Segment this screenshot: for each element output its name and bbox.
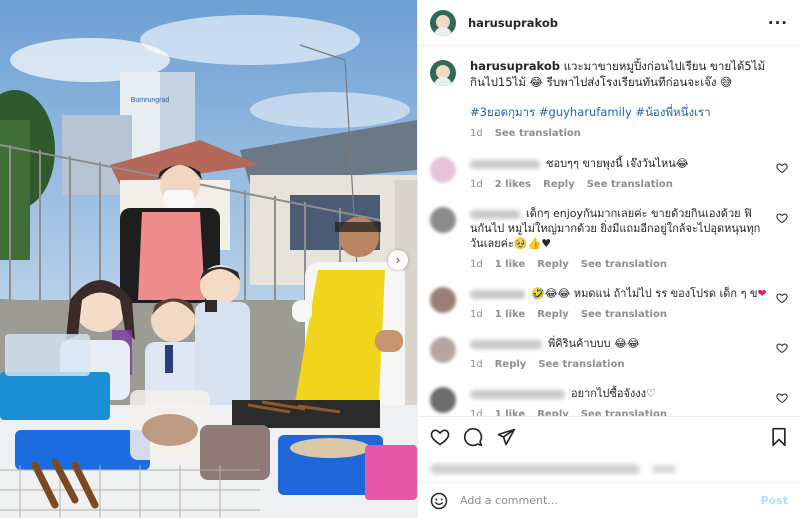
comment-text: 🤣😂😂 หมดแน่ ถ้าไม่ไป รร ของโปรด เด็ก ๆ ข bbox=[531, 287, 758, 300]
emoji-smiley-icon[interactable] bbox=[430, 492, 448, 510]
commenter-name-redacted[interactable] bbox=[470, 209, 520, 219]
commenter-name-redacted[interactable] bbox=[470, 159, 540, 169]
commenter-avatar[interactable] bbox=[430, 157, 456, 183]
like-comment-heart-icon[interactable] bbox=[776, 392, 788, 404]
add-comment-input[interactable] bbox=[460, 494, 761, 507]
comment-item: 🤣😂😂 หมดแน่ ถ้าไม่ไป รร ของโปรด เด็ก ๆ ข❤… bbox=[430, 286, 788, 322]
commenter-avatar[interactable] bbox=[430, 287, 456, 313]
comment-see-translation[interactable]: See translation bbox=[538, 357, 624, 372]
author-username[interactable]: harusuprakob bbox=[468, 16, 558, 30]
post-side-panel: harusuprakob ··· harusuprakob แวะมาขายหม… bbox=[417, 0, 800, 518]
comment-item: พี่คิรินค้าบบบ 😂😂 1d Reply See translati… bbox=[430, 336, 788, 372]
more-options-icon[interactable]: ··· bbox=[768, 14, 788, 32]
post-photo[interactable]: Bumrungrad › bbox=[0, 0, 417, 518]
share-send-icon[interactable] bbox=[496, 427, 516, 447]
like-comment-heart-icon[interactable] bbox=[776, 162, 788, 174]
comment-likes[interactable]: 2 likes bbox=[495, 177, 531, 192]
author-avatar[interactable] bbox=[430, 9, 456, 36]
comment-reply-button[interactable]: Reply bbox=[537, 307, 569, 322]
commenter-name-redacted[interactable] bbox=[470, 289, 525, 299]
comment-see-translation[interactable]: See translation bbox=[581, 407, 667, 416]
comment-item: เด็กๆ enjoyกันมากเลยค่ะ ขายด้วยกินเองด้ว… bbox=[430, 206, 788, 272]
comment-text: พี่คิรินค้าบบบ 😂😂 bbox=[548, 337, 640, 350]
like-comment-heart-icon[interactable] bbox=[776, 292, 788, 304]
comment-see-translation[interactable]: See translation bbox=[587, 177, 673, 192]
comment-time[interactable]: 1d bbox=[470, 407, 483, 416]
comment-time[interactable]: 1d bbox=[470, 177, 483, 192]
save-bookmark-icon[interactable] bbox=[770, 427, 788, 447]
hospital-sign-text: Bumrungrad bbox=[131, 97, 170, 104]
caption-author-avatar[interactable] bbox=[430, 60, 456, 86]
comment-item: อยากไปซื้อจังงง♡ 1d 1 like Reply See tra… bbox=[430, 386, 788, 416]
add-comment-bar: Post bbox=[418, 482, 800, 518]
chevron-right-icon: › bbox=[395, 253, 401, 267]
comment-reply-button[interactable]: Reply bbox=[537, 407, 569, 416]
comments-section: harusuprakob แวะมาขายหมูปิ้งก่อนไปเรียน … bbox=[418, 46, 800, 416]
commenter-avatar[interactable] bbox=[430, 207, 456, 233]
caption-time[interactable]: 1d bbox=[470, 126, 483, 142]
comment-likes[interactable]: 1 like bbox=[495, 407, 525, 416]
instagram-post-view: Bumrungrad › harusuprakob ··· harusuprak… bbox=[0, 0, 800, 518]
comment-reply-button[interactable]: Reply bbox=[543, 177, 575, 192]
comment-time[interactable]: 1d bbox=[470, 307, 483, 322]
caption-hashtags[interactable]: #3ยอดกุมาร #guyharufamily #น้องพี่หนึ่งเ… bbox=[470, 104, 770, 120]
commenter-avatar[interactable] bbox=[430, 337, 456, 363]
comment-bubble-icon[interactable] bbox=[463, 427, 483, 447]
like-comment-heart-icon[interactable] bbox=[776, 342, 788, 354]
comment-item: ชอบๆๆ ขายพุงนี้ เจ๊งวันไหน😂 1d 2 likes R… bbox=[430, 156, 788, 192]
comment-see-translation[interactable]: See translation bbox=[581, 307, 667, 322]
likes-summary-redacted[interactable] bbox=[418, 456, 800, 482]
like-comment-heart-icon[interactable] bbox=[776, 212, 788, 224]
comment-time[interactable]: 1d bbox=[470, 357, 483, 372]
next-photo-button[interactable]: › bbox=[388, 250, 408, 270]
comment-text: อยากไปซื้อจังงง♡ bbox=[571, 387, 656, 400]
commenter-name-redacted[interactable] bbox=[470, 389, 565, 399]
post-comment-button[interactable]: Post bbox=[761, 494, 788, 507]
commenter-avatar[interactable] bbox=[430, 387, 456, 413]
post-action-bar bbox=[418, 416, 800, 456]
caption-see-translation[interactable]: See translation bbox=[495, 126, 581, 142]
caption: harusuprakob แวะมาขายหมูปิ้งก่อนไปเรียน … bbox=[430, 58, 788, 142]
comment-see-translation[interactable]: See translation bbox=[581, 257, 667, 272]
comment-likes[interactable]: 1 like bbox=[495, 257, 525, 272]
photo-illustration: Bumrungrad bbox=[0, 0, 417, 518]
comment-reply-button[interactable]: Reply bbox=[495, 357, 527, 372]
post-header: harusuprakob ··· bbox=[418, 0, 800, 46]
comment-time[interactable]: 1d bbox=[470, 257, 483, 272]
like-heart-icon[interactable] bbox=[430, 427, 450, 447]
comment-text: ชอบๆๆ ขายพุงนี้ เจ๊งวันไหน😂 bbox=[546, 157, 689, 170]
commenter-name-redacted[interactable] bbox=[470, 339, 542, 349]
red-heart-emoji: ❤ bbox=[757, 287, 767, 300]
comment-likes[interactable]: 1 like bbox=[495, 307, 525, 322]
caption-username[interactable]: harusuprakob bbox=[470, 59, 560, 73]
comment-reply-button[interactable]: Reply bbox=[537, 257, 569, 272]
